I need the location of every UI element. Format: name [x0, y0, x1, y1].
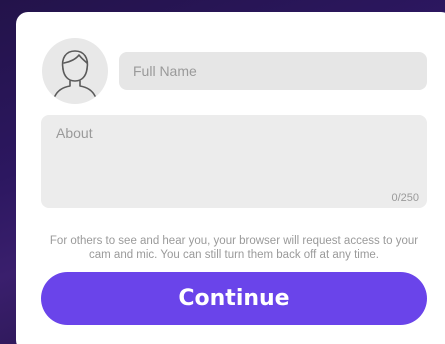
person-silhouette-icon: [54, 50, 96, 97]
avatar[interactable]: [42, 38, 108, 104]
about-char-counter: 0/250: [391, 192, 419, 204]
permission-notice: For others to see and hear you, your bro…: [49, 235, 419, 261]
about-field-container: 0/250: [41, 115, 427, 208]
profile-setup-card: 0/250 For others to see and hear you, yo…: [16, 12, 445, 344]
continue-button[interactable]: Continue: [41, 272, 427, 325]
about-textarea[interactable]: [41, 115, 427, 208]
full-name-input[interactable]: [119, 52, 427, 90]
